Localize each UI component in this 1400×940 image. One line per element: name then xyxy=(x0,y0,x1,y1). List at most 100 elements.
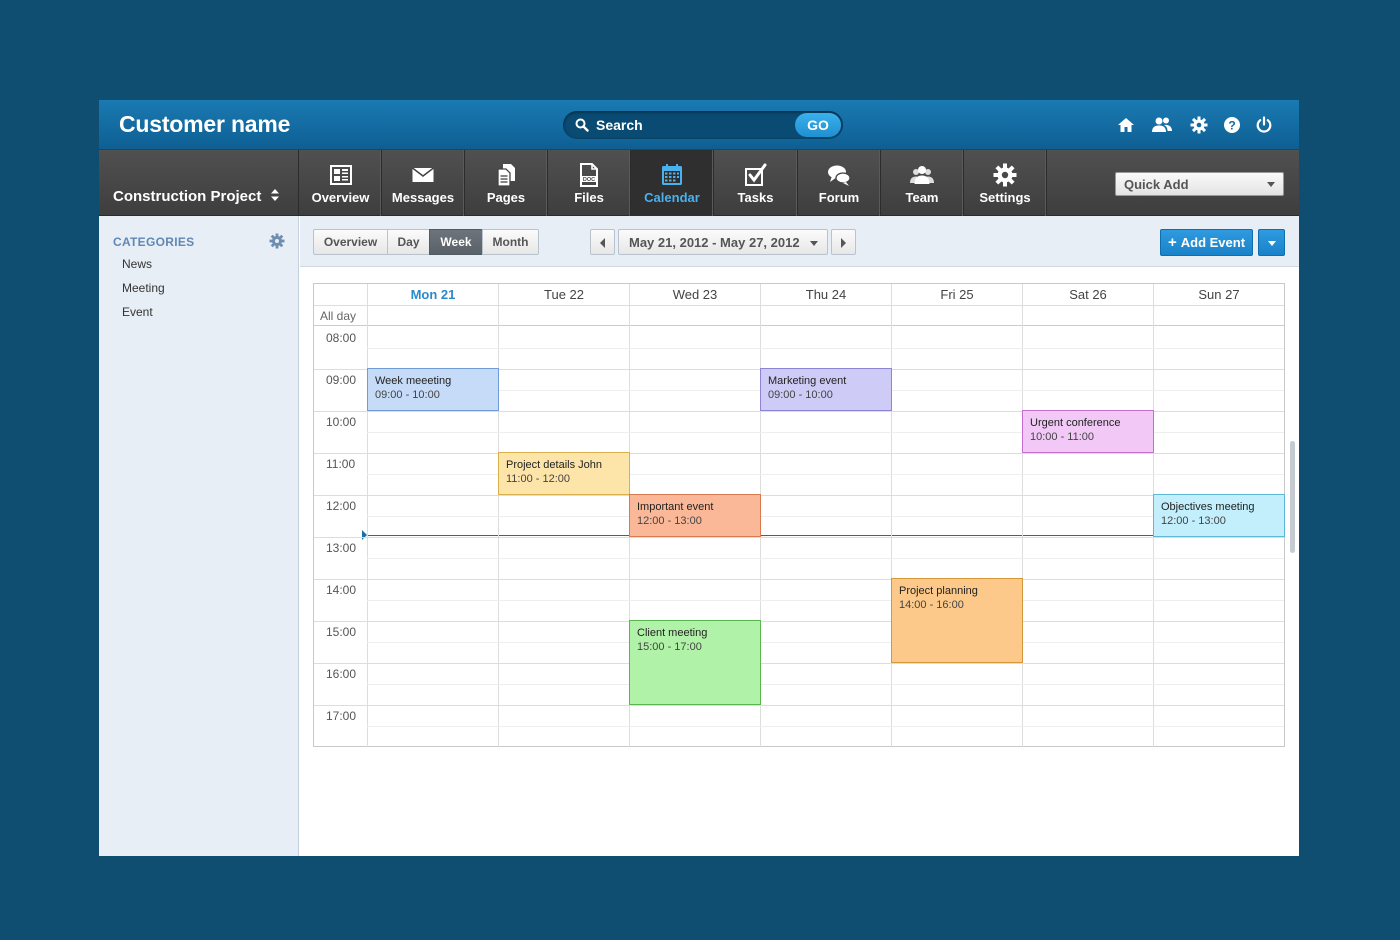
nav-forum[interactable]: Forum xyxy=(798,150,881,216)
view-overview-button[interactable]: Overview xyxy=(313,229,388,255)
nav-label: Calendar xyxy=(644,190,700,205)
customer-name: Customer name xyxy=(119,111,291,137)
gear-icon[interactable] xyxy=(269,233,285,249)
nav-label: Messages xyxy=(391,190,455,205)
nav-label: Team xyxy=(905,190,939,205)
event-title: Project planning xyxy=(899,585,978,597)
search-input[interactable] xyxy=(596,115,786,135)
quick-add-select[interactable]: Quick Add xyxy=(1115,172,1284,196)
home-icon[interactable] xyxy=(1117,116,1135,134)
chevron-down-icon xyxy=(1268,241,1276,246)
calendar-event[interactable]: Project details John 11:00 - 12:00 xyxy=(498,452,630,495)
day-header[interactable]: Wed 23 xyxy=(629,284,760,305)
team-icon[interactable] xyxy=(1151,116,1173,134)
top-header: Customer name GO ? xyxy=(99,100,1299,150)
people-icon xyxy=(910,166,934,184)
calendar-event[interactable]: Important event 12:00 - 13:00 xyxy=(629,494,761,537)
search-box: GO xyxy=(563,111,843,139)
checkbox-icon xyxy=(744,163,766,186)
pages-icon xyxy=(497,164,515,187)
calendar-event[interactable]: Marketing event 09:00 - 10:00 xyxy=(760,368,892,411)
add-event-button[interactable]: + Add Event xyxy=(1160,229,1253,256)
hour-line xyxy=(314,495,1284,496)
half-hour-line xyxy=(367,642,1284,643)
nav-calendar[interactable]: Calendar xyxy=(631,150,714,216)
day-header[interactable]: Sun 27 xyxy=(1153,284,1284,305)
half-hour-line xyxy=(367,726,1284,727)
svg-text:?: ? xyxy=(1228,119,1235,133)
svg-text:DOC: DOC xyxy=(583,177,595,183)
category-event[interactable]: Event xyxy=(122,305,153,319)
all-day-label: All day xyxy=(320,309,357,323)
event-time: 11:00 - 12:00 xyxy=(506,473,571,485)
event-title: Week meeeting xyxy=(375,375,452,387)
calendar-icon xyxy=(662,164,682,185)
calendar-event[interactable]: Objectives meeting 12:00 - 13:00 xyxy=(1153,494,1285,537)
view-week-button[interactable]: Week xyxy=(429,229,483,255)
sidebar: CATEGORIES News Meeting Event xyxy=(99,216,299,856)
all-day-row: All day xyxy=(314,305,1284,326)
category-news[interactable]: News xyxy=(122,257,152,271)
nav-label: Settings xyxy=(979,190,1031,205)
calendar-content: Overview Day Week Month May 21, 2012 - M… xyxy=(300,216,1299,856)
nav-tasks[interactable]: Tasks xyxy=(714,150,798,216)
prev-week-button[interactable] xyxy=(590,229,615,255)
calendar-event[interactable]: Urgent conference 10:00 - 11:00 xyxy=(1022,410,1154,453)
calendar-event[interactable]: Week meeeting 09:00 - 10:00 xyxy=(367,368,499,411)
nav-files[interactable]: DOC Files xyxy=(548,150,631,216)
search-icon xyxy=(575,118,589,132)
help-icon[interactable]: ? xyxy=(1223,116,1241,134)
envelope-icon xyxy=(412,167,434,182)
nav-pages[interactable]: Pages xyxy=(465,150,548,216)
search-go-button[interactable]: GO xyxy=(795,113,841,137)
date-range-select[interactable]: May 21, 2012 - May 27, 2012 xyxy=(618,229,828,255)
time-label: 09:00 xyxy=(326,373,357,387)
time-label: 08:00 xyxy=(326,331,357,345)
power-icon[interactable] xyxy=(1255,116,1273,134)
event-time: 09:00 - 10:00 xyxy=(768,389,833,401)
view-day-button[interactable]: Day xyxy=(387,229,430,255)
nav-team[interactable]: Team xyxy=(881,150,964,216)
next-week-button[interactable] xyxy=(831,229,856,255)
categories-heading: CATEGORIES xyxy=(113,235,195,249)
plus-icon: + xyxy=(1167,234,1177,251)
overview-icon xyxy=(329,165,352,185)
nav-messages[interactable]: Messages xyxy=(382,150,465,216)
hour-line xyxy=(314,663,1284,664)
time-label: 16:00 xyxy=(326,667,357,681)
event-title: Project details John xyxy=(506,459,602,471)
hour-line xyxy=(314,537,1284,538)
chevron-down-icon xyxy=(810,241,818,246)
half-hour-line xyxy=(367,516,1284,517)
calendar-event[interactable]: Project planning 14:00 - 16:00 xyxy=(891,578,1023,663)
event-time: 15:00 - 17:00 xyxy=(637,641,702,653)
day-header[interactable]: Thu 24 xyxy=(760,284,891,305)
nav-label: Overview xyxy=(311,190,370,205)
time-label: 11:00 xyxy=(326,457,356,471)
category-meeting[interactable]: Meeting xyxy=(122,281,165,295)
nav-settings[interactable]: Settings xyxy=(964,150,1047,216)
day-header[interactable]: Fri 25 xyxy=(891,284,1022,305)
settings-icon[interactable] xyxy=(1190,116,1208,134)
half-hour-line xyxy=(367,348,1284,349)
add-event-menu-button[interactable] xyxy=(1258,229,1285,256)
project-name: Construction Project xyxy=(113,188,262,205)
half-hour-line xyxy=(367,600,1284,601)
event-title: Marketing event xyxy=(768,375,847,387)
day-header[interactable]: Tue 22 xyxy=(498,284,629,305)
doc-file-icon: DOC xyxy=(580,163,598,187)
nav-label: Pages xyxy=(486,190,526,205)
scrollbar[interactable] xyxy=(1290,441,1295,553)
time-label: 13:00 xyxy=(326,541,357,555)
grid-column-line xyxy=(1022,305,1023,747)
day-header[interactable]: Mon 21 xyxy=(367,284,498,305)
nav-overview[interactable]: Overview xyxy=(300,150,382,216)
view-month-button[interactable]: Month xyxy=(482,229,539,255)
calendar-event[interactable]: Client meeting 15:00 - 17:00 xyxy=(629,620,761,705)
event-title: Urgent conference xyxy=(1030,417,1121,429)
day-header[interactable]: Sat 26 xyxy=(1022,284,1153,305)
project-selector[interactable]: Construction Project xyxy=(99,150,299,216)
hour-line xyxy=(314,705,1284,706)
event-title: Client meeting xyxy=(637,627,708,639)
hour-line xyxy=(314,579,1284,580)
